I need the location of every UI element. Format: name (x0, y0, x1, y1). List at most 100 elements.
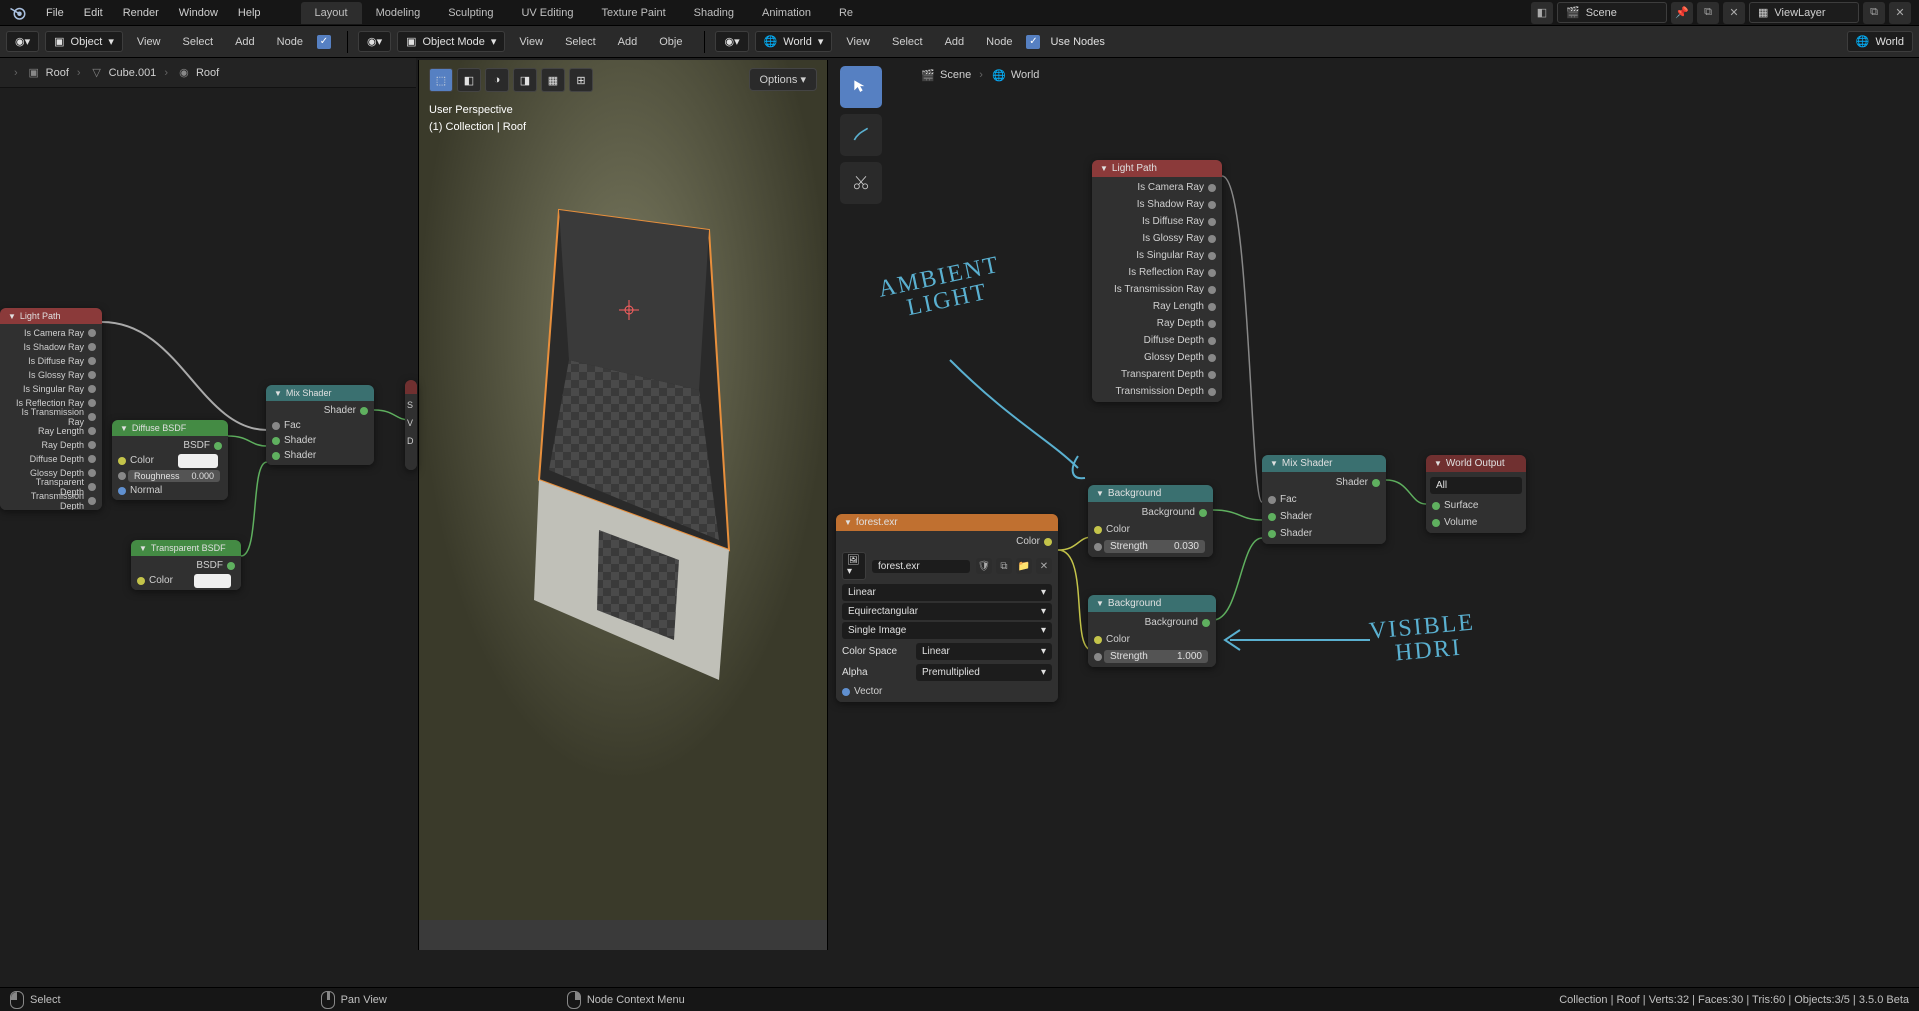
right-editor-type-dropdown[interactable]: ◉▾ (715, 31, 748, 52)
select-box-icon[interactable]: ◧ (457, 68, 481, 92)
blender-logo-icon[interactable] (8, 3, 28, 23)
tab-layout[interactable]: Layout (301, 2, 362, 24)
tab-texture-paint[interactable]: Texture Paint (587, 2, 679, 24)
node-mix-shader-left[interactable]: ▼Mix Shader Shader Fac Shader Shader (266, 385, 374, 465)
node-header[interactable]: ▼World Output (1426, 455, 1526, 472)
node-background-2[interactable]: ▼Background Background Color Strength1.0… (1088, 595, 1216, 667)
editor-type-icon[interactable]: ◧ (1531, 2, 1553, 24)
tab-shading[interactable]: Shading (680, 2, 748, 24)
viewport-3d[interactable]: ⬚ ◧ ◑ ◨ ▦ ⊞ Options ▾ User Perspective (… (418, 60, 828, 950)
right-menu-select[interactable]: Select (884, 32, 931, 52)
interpolation-select[interactable]: Linear▾ (842, 584, 1052, 601)
node-header[interactable]: ▼Mix Shader (266, 385, 374, 401)
select-lasso-icon[interactable]: ◨ (513, 68, 537, 92)
right-node-editor[interactable]: 🎬 Scene › 🌐 World AMBIENT LIGHT VISIBLE … (830, 60, 1919, 950)
pin-icon[interactable]: 📌 (1671, 2, 1693, 24)
left-editor-type-dropdown[interactable]: ◉▾ (6, 31, 39, 52)
left-node-editor[interactable]: ▼Light Path Is Camera Ray Is Shadow Ray … (0, 90, 416, 950)
viewlayer-field[interactable]: ▦ViewLayer (1749, 2, 1859, 23)
left-menu-view[interactable]: View (129, 32, 169, 52)
node-header[interactable]: ▼Light Path (0, 308, 102, 324)
right-menu-view[interactable]: View (838, 32, 878, 52)
select-invert-icon[interactable]: ⊞ (569, 68, 593, 92)
cursor-tool-icon[interactable]: ⬚ (429, 68, 453, 92)
node-diffuse-bsdf[interactable]: ▼Diffuse BSDF BSDF Color Roughness0.000 … (112, 420, 228, 500)
strength-field[interactable]: Strength0.030 (1104, 540, 1205, 553)
image-filename[interactable]: forest.exr (878, 561, 920, 572)
node-header[interactable]: ▼Transparent BSDF (131, 540, 241, 556)
copy-scene-icon[interactable]: ⧉ (1697, 2, 1719, 24)
center-editor-type-dropdown[interactable]: ◉▾ (358, 31, 391, 52)
delete-scene-icon[interactable]: ✕ (1723, 2, 1745, 24)
right-shader-type-dropdown[interactable]: 🌐 World ▾ (755, 31, 833, 52)
projection-select[interactable]: Equirectangular▾ (842, 603, 1052, 620)
left-use-nodes-checkbox[interactable] (317, 35, 331, 49)
crumb-cube001[interactable]: Cube.001 (109, 67, 157, 79)
menu-help[interactable]: Help (228, 3, 271, 23)
color-swatch[interactable] (194, 574, 231, 588)
menu-render[interactable]: Render (113, 3, 169, 23)
node-header[interactable]: ▼forest.exr (836, 514, 1058, 531)
left-menu-node[interactable]: Node (269, 32, 311, 52)
world-slot-dropdown[interactable]: 🌐 World (1847, 31, 1913, 52)
open-image-icon[interactable]: 📁 (1016, 558, 1032, 574)
tab-sculpting[interactable]: Sculpting (434, 2, 507, 24)
crumb-scene[interactable]: Scene (940, 69, 971, 81)
right-use-nodes-checkbox[interactable] (1026, 35, 1040, 49)
tab-modeling[interactable]: Modeling (362, 2, 435, 24)
left-menu-select[interactable]: Select (175, 32, 222, 52)
viewport-render[interactable]: ⬚ ◧ ◑ ◨ ▦ ⊞ Options ▾ User Perspective (… (419, 60, 827, 920)
node-light-path-left[interactable]: ▼Light Path Is Camera Ray Is Shadow Ray … (0, 308, 102, 510)
annotate-tool[interactable] (840, 114, 882, 156)
right-menu-add[interactable]: Add (937, 32, 973, 52)
options-dropdown[interactable]: Options ▾ (749, 68, 818, 91)
node-header[interactable]: ▼Background (1088, 485, 1213, 502)
node-header[interactable]: ▼Diffuse BSDF (112, 420, 228, 436)
select-circle-icon[interactable]: ◑ (485, 68, 509, 92)
center-mode-dropdown[interactable]: ▣ Object Mode ▾ (397, 31, 505, 52)
crumb-material-roof[interactable]: Roof (196, 67, 219, 79)
node-light-path[interactable]: ▼Light Path Is Camera Ray Is Shadow Ray … (1092, 160, 1222, 402)
menu-file[interactable]: File (36, 3, 74, 23)
copy-layer-icon[interactable]: ⧉ (1863, 2, 1885, 24)
left-menu-add[interactable]: Add (227, 32, 263, 52)
node-header[interactable]: ▼Background (1088, 595, 1216, 612)
tab-animation[interactable]: Animation (748, 2, 825, 24)
duplicate-image-icon[interactable]: ⧉ (996, 558, 1012, 574)
tab-uv-editing[interactable]: UV Editing (507, 2, 587, 24)
node-transparent-bsdf[interactable]: ▼Transparent BSDF BSDF Color (131, 540, 241, 590)
center-menu-view[interactable]: View (511, 32, 551, 52)
image-browse-icon[interactable]: 🖼▾ (842, 552, 866, 580)
node-mix-shader[interactable]: ▼Mix Shader Shader Fac Shader Shader (1262, 455, 1386, 544)
links-cut-tool[interactable] (840, 162, 882, 204)
center-menu-add[interactable]: Add (610, 32, 646, 52)
select-tool[interactable] (840, 66, 882, 108)
center-menu-select[interactable]: Select (557, 32, 604, 52)
tab-rendering[interactable]: Re (825, 2, 867, 24)
delete-layer-icon[interactable]: ✕ (1889, 2, 1911, 24)
menu-edit[interactable]: Edit (74, 3, 113, 23)
node-environment-texture[interactable]: ▼forest.exr Color 🖼▾ forest.exr 🛡 ⧉ 📁 ✕ … (836, 514, 1058, 702)
menu-window[interactable]: Window (169, 3, 228, 23)
color-swatch[interactable] (178, 454, 218, 468)
fake-user-icon[interactable]: 🛡 (976, 558, 992, 574)
left-shader-type-dropdown[interactable]: ▣ Object ▾ (45, 31, 123, 52)
node-header[interactable]: ▼Light Path (1092, 160, 1222, 177)
alpha-select[interactable]: Premultiplied▾ (916, 664, 1052, 681)
source-select[interactable]: Single Image▾ (842, 622, 1052, 639)
node-background-1[interactable]: ▼Background Background Color Strength0.0… (1088, 485, 1213, 557)
node-header[interactable]: ▼Mix Shader (1262, 455, 1386, 472)
node-world-output[interactable]: ▼World Output All Surface Volume (1426, 455, 1526, 533)
select-extend-icon[interactable]: ▦ (541, 68, 565, 92)
scene-field[interactable]: 🎬Scene (1557, 2, 1667, 23)
colorspace-select[interactable]: Linear▾ (916, 643, 1052, 660)
crumb-world[interactable]: World (1011, 69, 1040, 81)
target-select[interactable]: All (1430, 477, 1522, 494)
unlink-image-icon[interactable]: ✕ (1036, 558, 1052, 574)
crumb-roof[interactable]: Roof (46, 67, 69, 79)
roughness-field[interactable]: Roughness0.000 (128, 470, 220, 482)
strength-field[interactable]: Strength1.000 (1104, 650, 1208, 663)
right-menu-node[interactable]: Node (978, 32, 1020, 52)
center-menu-object[interactable]: Obje (651, 32, 690, 52)
node-material-output-clipped[interactable]: S V D (405, 380, 417, 470)
